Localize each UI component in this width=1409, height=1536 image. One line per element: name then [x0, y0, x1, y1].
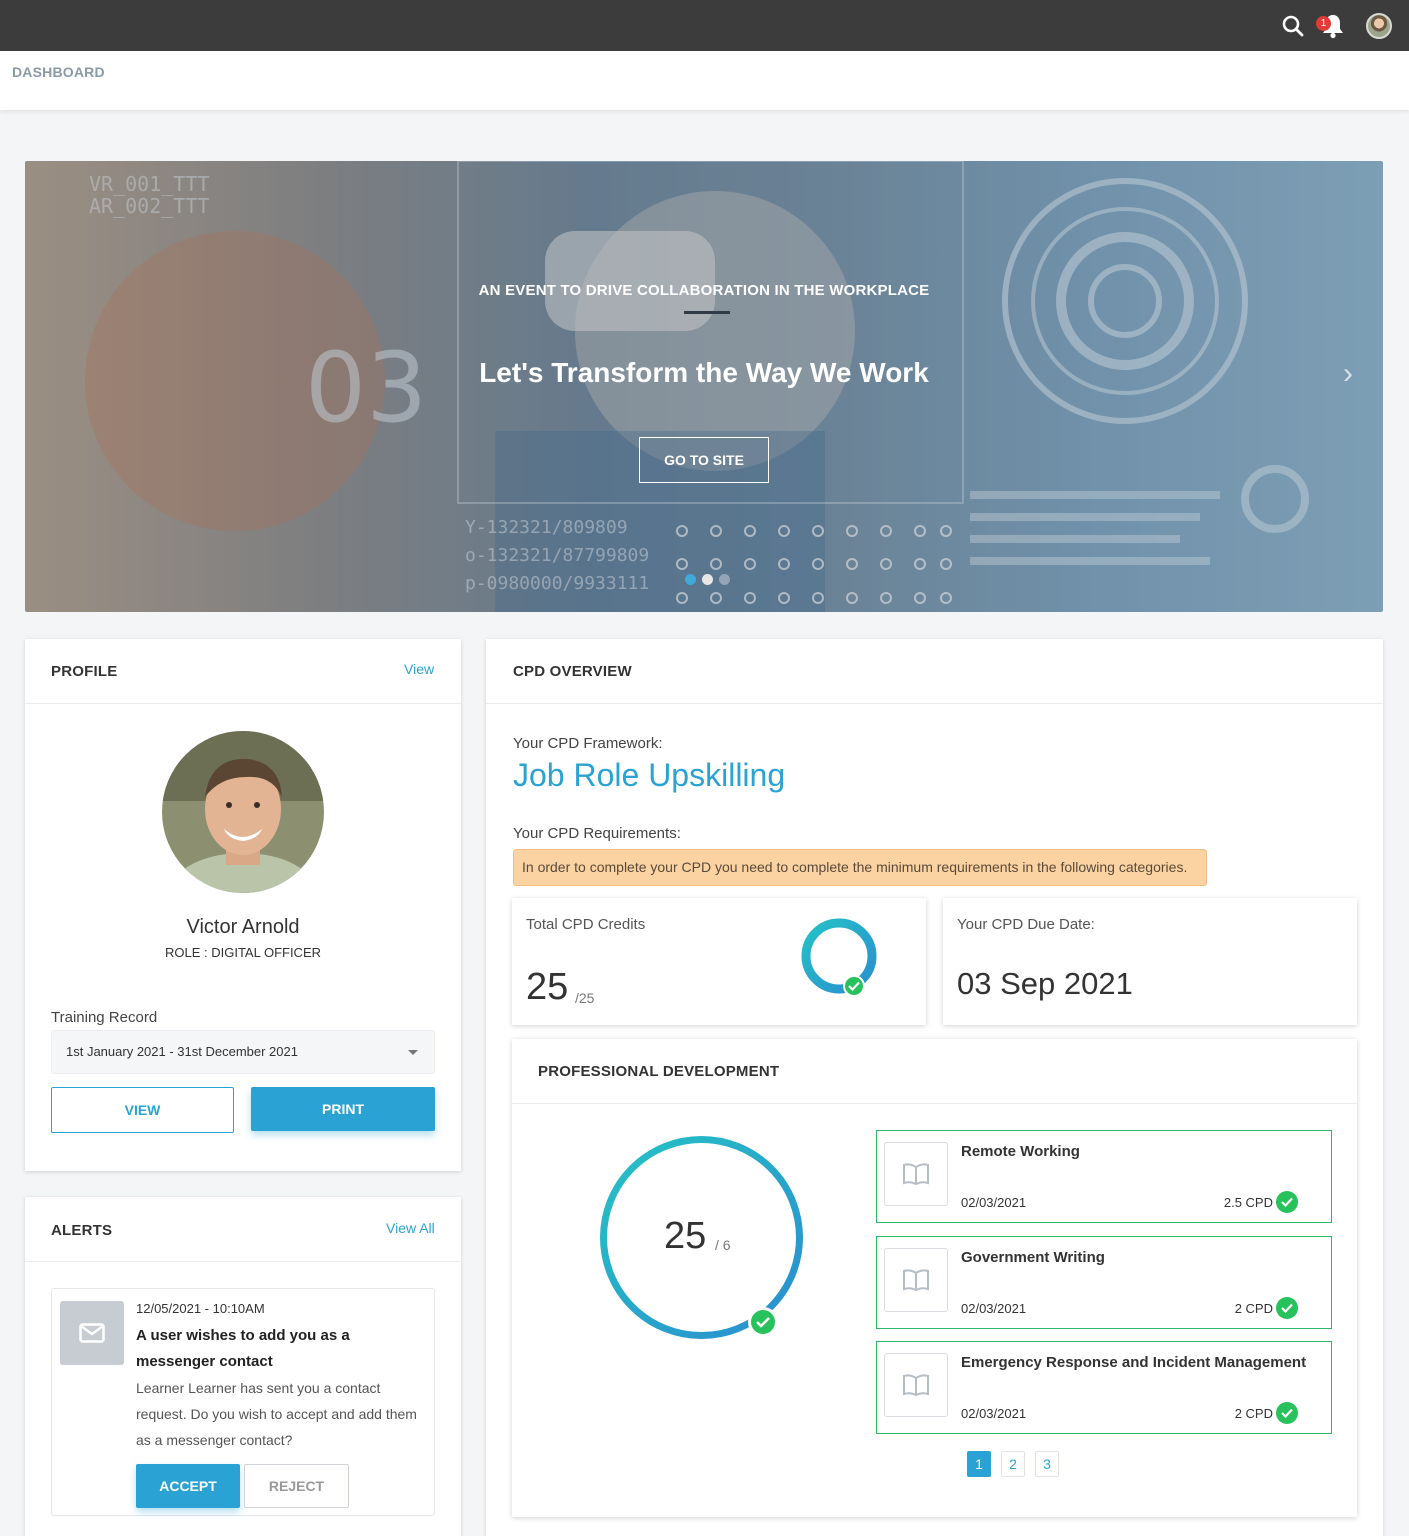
total-credits-value: 25 [526, 966, 569, 1008]
page-button-1[interactable]: 1 [967, 1451, 991, 1477]
breadcrumb-bar: DASHBOARD [0, 51, 1409, 110]
total-credits-label: Total CPD Credits [526, 916, 646, 933]
training-record-label: Training Record [51, 1009, 158, 1026]
check-icon [1276, 1191, 1298, 1213]
course-date: 02/03/2021 [961, 1195, 1027, 1210]
profile-title: PROFILE [51, 663, 118, 680]
due-date-card: Your CPD Due Date: 03 Sep 2021 [943, 898, 1357, 1025]
reject-button[interactable]: REJECT [244, 1464, 349, 1508]
alert-title: A user wishes to add you as a messenger … [136, 1327, 350, 1370]
training-record-select[interactable]: 1st January 2021 - 31st December 2021 [51, 1030, 435, 1074]
accept-button[interactable]: ACCEPT [136, 1464, 240, 1508]
total-credits-target: /25 [575, 990, 595, 1006]
page-button-2[interactable]: 2 [1001, 1451, 1025, 1477]
alert-body: Learner Learner has sent you a contact r… [136, 1380, 417, 1448]
pagination: 1 2 3 [967, 1451, 1059, 1477]
check-icon [1276, 1402, 1298, 1424]
cpd-overview-title: CPD OVERVIEW [513, 663, 632, 680]
carousel-dot[interactable] [685, 574, 696, 585]
banner-title: Let's Transform the Way We Work [479, 357, 929, 388]
course-title: Government Writing [961, 1249, 1105, 1266]
divider [512, 1103, 1357, 1104]
framework-label: Your CPD Framework: [513, 735, 663, 752]
pd-title: PROFESSIONAL DEVELOPMENT [538, 1063, 780, 1080]
divider [486, 703, 1383, 704]
chevron-right-icon[interactable]: › [1343, 357, 1353, 391]
notification-badge: 1 [1316, 16, 1331, 31]
course-item[interactable]: Emergency Response and Incident Manageme… [876, 1341, 1332, 1434]
top-bar: 1 [0, 0, 1409, 51]
profile-view-link[interactable]: View [404, 661, 434, 677]
view-button[interactable]: VIEW [51, 1087, 234, 1133]
course-date: 02/03/2021 [961, 1301, 1027, 1316]
divider [25, 1261, 461, 1262]
profile-name: Victor Arnold [186, 916, 300, 938]
course-title: Emergency Response and Incident Manageme… [961, 1354, 1307, 1371]
alert-item: 12/05/2021 - 10:10AM A user wishes to ad… [51, 1288, 435, 1516]
alert-datetime: 12/05/2021 - 10:10AM [136, 1301, 265, 1316]
check-icon [1276, 1297, 1298, 1319]
page-button-3[interactable]: 3 [1035, 1451, 1059, 1477]
alerts-card: ALERTS View All 12/05/2021 - 10:10AM A u… [25, 1197, 461, 1536]
due-date-value: 03 Sep 2021 [957, 966, 1133, 1001]
breadcrumb[interactable]: DASHBOARD [12, 64, 105, 80]
course-item[interactable]: Remote Working 02/03/2021 2.5 CPD [876, 1130, 1332, 1223]
book-icon [884, 1142, 948, 1206]
requirements-label: Your CPD Requirements: [513, 825, 681, 842]
pd-value: 25 [664, 1215, 707, 1257]
alerts-view-all-link[interactable]: View All [386, 1220, 435, 1236]
carousel-dots [685, 574, 730, 585]
requirements-note: In order to complete your CPD you need t… [513, 849, 1207, 886]
total-credits-ring [801, 918, 877, 994]
go-to-site-button[interactable]: GO TO SITE [639, 437, 769, 483]
banner-divider [684, 311, 730, 314]
course-item[interactable]: Government Writing 02/03/2021 2 CPD [876, 1236, 1332, 1329]
course-title: Remote Working [961, 1143, 1080, 1160]
profile-card: PROFILE View Victor Arnold ROLE : DIGITA… [25, 639, 461, 1171]
course-cpd: 2 CPD [1234, 1301, 1273, 1316]
total-credits-card: Total CPD Credits 25 /25 [512, 898, 926, 1025]
divider [25, 703, 461, 704]
search-icon[interactable] [1280, 12, 1306, 40]
profile-photo [162, 731, 324, 893]
user-avatar[interactable] [1366, 13, 1392, 39]
framework-name[interactable]: Job Role Upskilling [513, 757, 785, 794]
due-date-label: Your CPD Due Date: [957, 916, 1095, 933]
profile-role: ROLE : DIGITAL OFFICER [164, 945, 322, 960]
course-cpd: 2.5 CPD [1223, 1195, 1273, 1210]
hero-banner: 03 VR_001_TTT AR_002_TTT Y-132321/809809… [25, 161, 1383, 612]
check-icon [843, 975, 865, 997]
chevron-down-icon [408, 1050, 418, 1055]
cpd-overview-card: CPD OVERVIEW Your CPD Framework: Job Rol… [486, 639, 1383, 1536]
book-icon [884, 1248, 948, 1312]
carousel-dot[interactable] [702, 574, 713, 585]
alerts-title: ALERTS [51, 1222, 113, 1239]
training-record-value: 1st January 2021 - 31st December 2021 [66, 1044, 298, 1059]
print-button[interactable]: PRINT [251, 1087, 435, 1131]
pd-target: / 6 [715, 1237, 731, 1253]
professional-development-card: PROFESSIONAL DEVELOPMENT 25 / 6 Remote W… [512, 1039, 1357, 1517]
banner-kicker: AN EVENT TO DRIVE COLLABORATION IN THE W… [478, 282, 930, 299]
course-date: 02/03/2021 [961, 1406, 1027, 1421]
book-icon [884, 1353, 948, 1417]
course-cpd: 2 CPD [1234, 1406, 1273, 1421]
envelope-icon [60, 1301, 124, 1365]
carousel-dot[interactable] [719, 574, 730, 585]
check-icon [748, 1307, 778, 1337]
